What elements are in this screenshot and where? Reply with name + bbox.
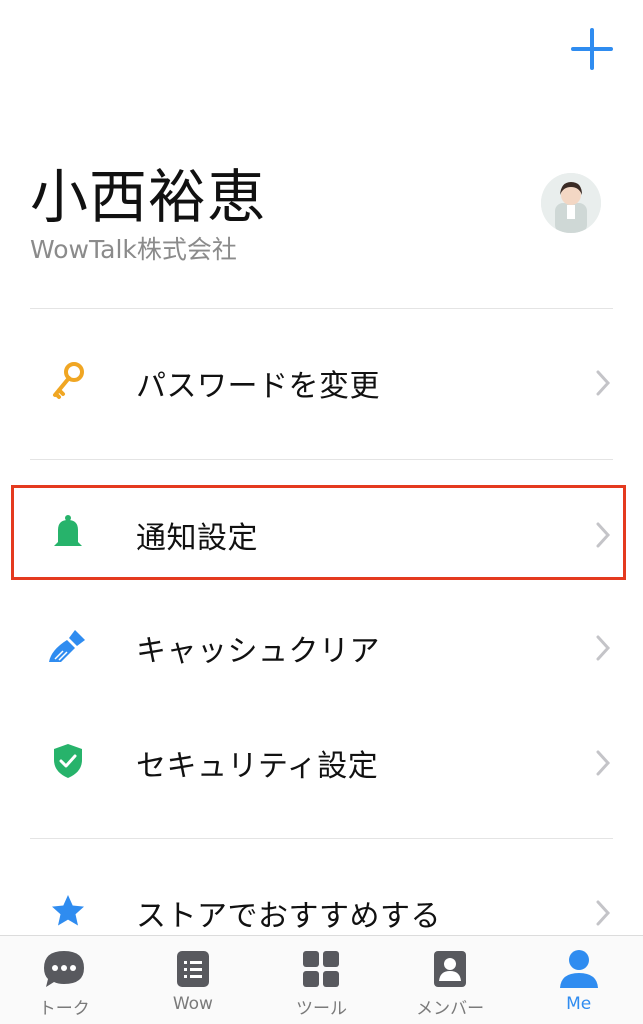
tab-label: トーク [38, 999, 90, 1019]
menu-item-change-password[interactable]: パスワードを変更 [30, 338, 613, 428]
tab-label: Me [566, 994, 592, 1014]
tab-bar: トーク Wow ツール メンバー Me [0, 935, 643, 1024]
menu-item-label: キャッシュクリア [136, 634, 380, 669]
chevron-right-icon [593, 896, 613, 930]
tab-label: ツール [295, 999, 347, 1019]
plus-icon [571, 19, 613, 84]
note-icon [170, 946, 216, 992]
avatar[interactable] [541, 173, 601, 233]
chevron-right-icon [593, 631, 613, 665]
star-icon [50, 893, 86, 933]
shield-icon [51, 742, 85, 784]
menu-item-clear-cache[interactable]: キャッシュクリア [30, 603, 613, 693]
menu-item-label: パスワードを変更 [136, 369, 380, 404]
tab-talk[interactable]: トーク [0, 936, 129, 1024]
contact-card-icon [427, 946, 473, 992]
highlight-box [11, 485, 626, 580]
brush-icon [47, 626, 89, 670]
divider [30, 838, 613, 839]
person-icon [556, 946, 602, 992]
grid-icon [298, 946, 344, 992]
company-name: WowTalk株式会社 [30, 235, 237, 264]
divider [30, 459, 613, 460]
divider [30, 308, 613, 309]
menu-item-label: セキュリティ設定 [136, 749, 379, 784]
menu-item-label: ストアでおすすめする [136, 899, 441, 934]
tab-me[interactable]: Me [514, 936, 643, 1024]
menu-item-security-settings[interactable]: セキュリティ設定 [30, 718, 613, 808]
key-icon [50, 361, 86, 405]
tab-tools[interactable]: ツール [257, 936, 386, 1024]
tab-wow[interactable]: Wow [129, 936, 258, 1024]
tab-label: メンバー [416, 999, 485, 1019]
add-button[interactable] [571, 28, 613, 70]
chat-bubble-icon [41, 946, 87, 992]
chevron-right-icon [593, 746, 613, 780]
chevron-right-icon [593, 366, 613, 400]
profile-name: 小西裕恵 [30, 163, 267, 231]
tab-label: Wow [172, 994, 213, 1014]
tab-members[interactable]: メンバー [386, 936, 515, 1024]
